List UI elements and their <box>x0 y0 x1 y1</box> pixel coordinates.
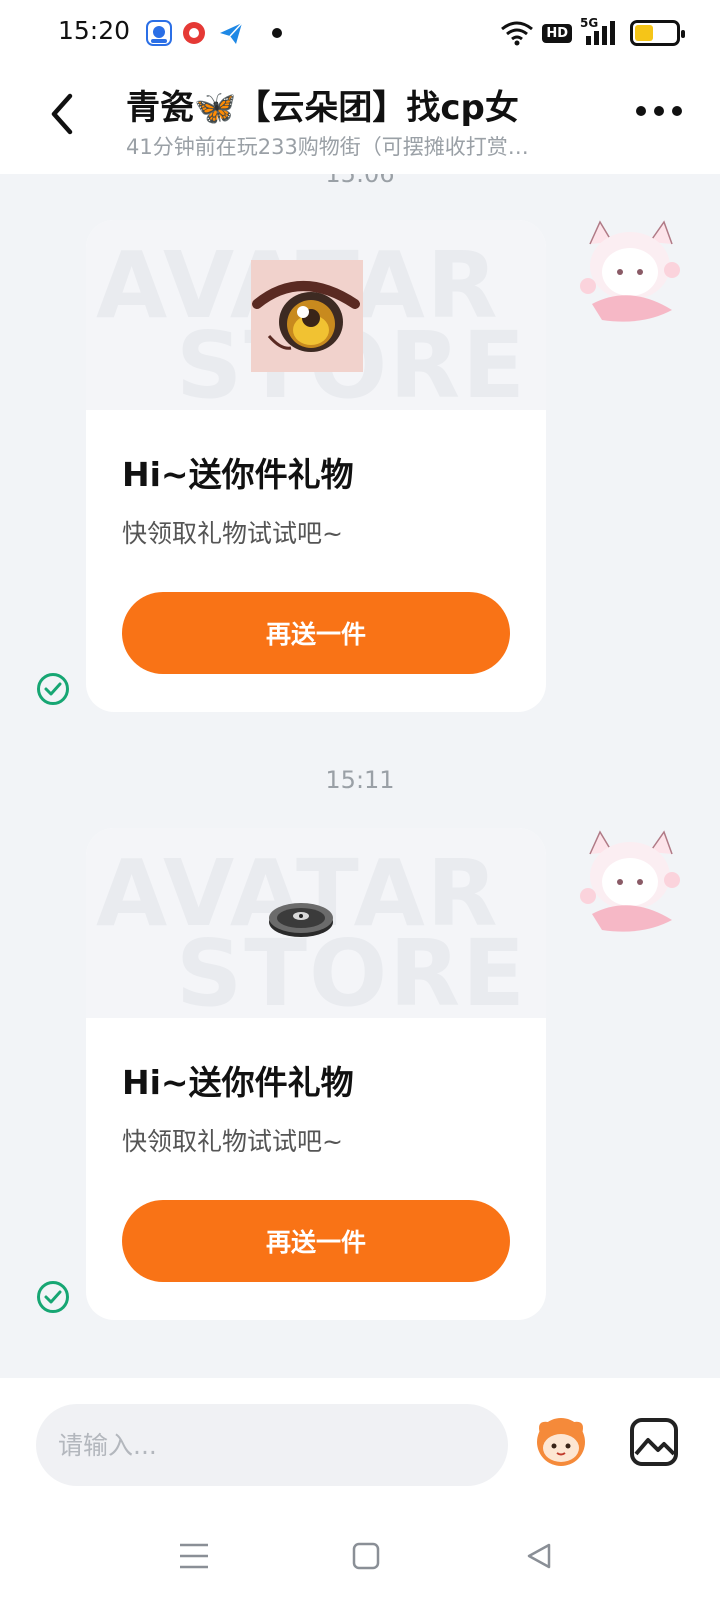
status-time: 15:20 <box>58 16 131 45</box>
disc-item-icon <box>269 903 333 937</box>
gift-description: 快领取礼物试试吧~ <box>122 1127 343 1156</box>
gift-card[interactable]: AVATAR STORE Hi~送你件礼物 快领取礼物试试吧~ 再送一件 <box>86 828 546 1320</box>
message-timestamp: 15:11 <box>325 766 395 794</box>
input-bar <box>0 1378 720 1498</box>
status-right-group: HD 5G <box>500 16 685 50</box>
gift-card[interactable]: AVATAR STORE Hi~送你件礼物 快领取礼物试试吧~ 再送一件 <box>86 220 546 712</box>
red-record-app-icon <box>183 22 205 44</box>
send-another-button[interactable]: 再送一件 <box>122 1200 510 1282</box>
home-icon[interactable] <box>346 1536 386 1576</box>
send-another-button[interactable]: 再送一件 <box>122 592 510 674</box>
banner-watermark-bottom: STORE <box>176 920 527 1019</box>
gift-banner: AVATAR STORE <box>86 220 546 410</box>
battery-icon <box>630 20 685 46</box>
more-dots-icon[interactable] <box>636 106 682 116</box>
notification-dot <box>272 28 282 38</box>
message-input[interactable] <box>36 1404 508 1486</box>
signal-5g-icon: 5G <box>580 16 616 46</box>
chevron-left-icon <box>51 93 73 135</box>
gift-description: 快领取礼物试试吧~ <box>122 519 343 548</box>
gift-title: Hi~送你件礼物 <box>122 1063 354 1102</box>
status-bar: 15:20 HD 5G <box>0 0 720 66</box>
back-button[interactable] <box>40 92 84 136</box>
emoji-avatar-icon[interactable] <box>532 1412 590 1470</box>
sent-check-icon <box>37 1281 69 1313</box>
sender-avatar[interactable] <box>572 824 690 942</box>
chat-header: 青瓷🦋【云朵团】找cp女 41分钟前在玩233购物街（可摆摊收打赏… <box>0 66 720 174</box>
anime-eye-item-icon <box>251 260 363 372</box>
system-nav-bar <box>0 1498 720 1612</box>
gift-banner: AVATAR STORE <box>86 828 546 1018</box>
message-timestamp: 15:06 <box>325 174 395 188</box>
chat-title: 青瓷🦋【云朵团】找cp女 <box>126 88 519 128</box>
chat-subtitle: 41分钟前在玩233购物街（可摆摊收打赏… <box>126 135 529 159</box>
image-icon[interactable] <box>628 1416 680 1468</box>
gift-title: Hi~送你件礼物 <box>122 455 354 494</box>
paper-plane-app-icon <box>220 22 243 44</box>
sender-avatar[interactable] <box>572 214 690 332</box>
menu-icon[interactable] <box>174 1536 214 1576</box>
chat-messages[interactable]: 15:06 AVATAR STORE Hi~送你件礼物 快领取礼物试试吧~ 再送… <box>0 174 720 1378</box>
wifi-icon <box>501 21 534 46</box>
back-icon[interactable] <box>518 1536 558 1576</box>
sent-check-icon <box>37 673 69 705</box>
baidu-app-icon <box>146 20 172 46</box>
hd-icon: HD <box>542 23 572 43</box>
